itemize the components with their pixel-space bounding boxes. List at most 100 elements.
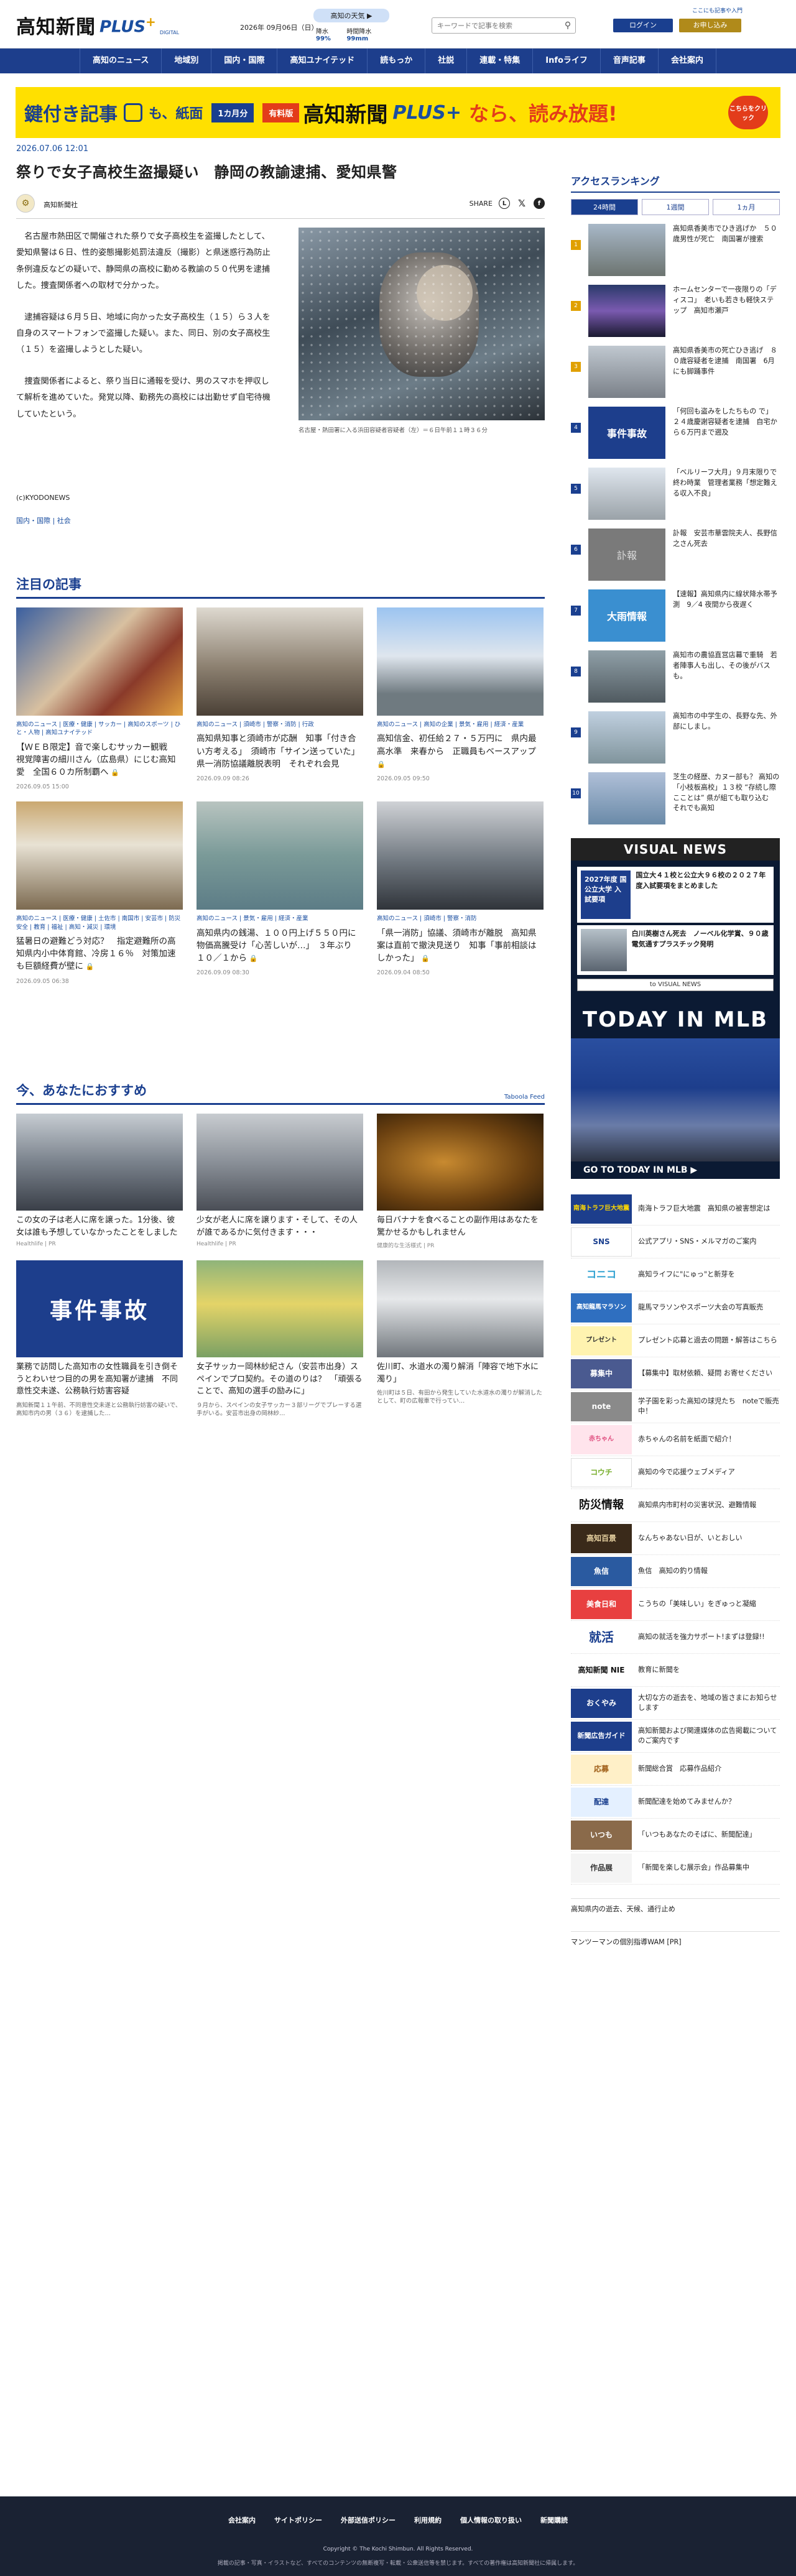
side-link[interactable]: おくやみ 大切な方の逝去を、地域の皆さまにお知らせします (571, 1687, 780, 1720)
nav-info-life[interactable]: Infoライフ (532, 48, 600, 73)
ranking-item[interactable]: 4 事件事故 「何回も盗みをしたちもの で」 ２４歳慶謝容疑者を逮捕 自宅から６万円… (571, 407, 780, 459)
recommend-card[interactable]: 女子サッカー岡林紗紀さん（安芸市出身）スペインでプロ契約。その道のりは？ 「頑張… (197, 1260, 363, 1418)
footer-link-terms[interactable]: 利用規約 (414, 2515, 442, 2525)
side-link[interactable]: 南海トラフ巨大地震 南海トラフ巨大地震 高知県の被害想定は (571, 1193, 780, 1226)
copyright-notice: 掲載の記事・写真・イラストなど、すべてのコンテンツの無断複写・転載・公衆送信等を… (217, 2560, 579, 2567)
ranking-item[interactable]: 2 ホームセンターで一夜限りの「ディスコ」 老いも若きも軽快ステップ 高知市瀬戸 (571, 285, 780, 337)
side-link[interactable]: プレゼント プレゼント応募と過去の問題・解答はこちら (571, 1324, 780, 1357)
weather-title[interactable]: 高知の天気 ▶ (313, 9, 389, 22)
tab-1week[interactable]: 1週間 (642, 199, 709, 215)
subscription-banner[interactable]: 鍵付き記事 も、紙面 1カ月分 有料版 高知新聞 PLUS+ なら、読み放題! … (16, 87, 780, 138)
nav-domestic-intl[interactable]: 国内・国際 (211, 48, 277, 73)
copyright: Copyright © The Kochi Shimbun. All Right… (323, 2546, 473, 2552)
article-paragraph: 捜査関係者によると、祭り当日に通報を受け、男のスマホを押収して解析を進めていた。… (16, 376, 271, 419)
ranking-item[interactable]: 3 高知県香美市の死亡ひき逃げ ８０歳容疑者を逮捕 南国署 6月にも脚踊事件 (571, 346, 780, 398)
visual-news-item[interactable]: 白川英樹さん死去 ノーベル化学賞、９０歳 電気通すプラスチック発明 (577, 925, 775, 975)
article-meta: ⚙ 高知新聞社 SHARE L 𝕏 f (16, 194, 545, 219)
facebook-share-icon[interactable]: f (534, 198, 545, 209)
side-link[interactable]: 作品展 「新聞を楽しむ展示会」作品募集中 (571, 1852, 780, 1885)
nav-kochi-united[interactable]: 高知ユナイテッド (277, 48, 367, 73)
login-button[interactable]: ログイン (613, 19, 673, 32)
search-icon[interactable]: ⚲ (560, 21, 575, 30)
nav-audio[interactable]: 音声記事 (599, 48, 658, 73)
featured-card[interactable]: 高知のニュース | 医療・健康 | 土佐市 | 南国市 | 安芸市 | 防災安全… (16, 801, 183, 985)
publisher-avatar: ⚙ (16, 194, 35, 213)
side-link[interactable]: 美食日和 こうちの「美味しい」をぎゅっと凝縮 (571, 1588, 780, 1621)
mlb-image[interactable] (571, 1038, 780, 1163)
side-link[interactable]: 就活 高知の就活を強力サポート!まずは登録!! (571, 1621, 780, 1654)
side-link[interactable]: 高知新聞 NIE 教育に新聞を (571, 1654, 780, 1687)
x-share-icon[interactable]: 𝕏 (516, 198, 527, 209)
recommend-card[interactable]: 少女が老人に席を譲ります・そして、その人が誰であるかに気付きます・・・ Heal… (197, 1114, 363, 1249)
signup-button[interactable]: お申し込み (679, 19, 741, 32)
ranking-item[interactable]: 8 高知市の農協直営店幕で重騎 若者陣事人も出し、その後がバスも。 (571, 650, 780, 703)
featured-card[interactable]: 高知のニュース | 須崎市 | 警察・消防 | 行政 高知県知事と須崎市が応酬 … (197, 607, 364, 790)
nav-editorial[interactable]: 社説 (425, 48, 466, 73)
ranking-item[interactable]: 5 「ベルリーフ大月」９月末限りで終わ時業 管理者業務「想定難える収入不良」 (571, 468, 780, 520)
side-link[interactable]: コニコ 高知ライフに"にゅっ"と新芽を (571, 1258, 780, 1291)
side-link[interactable]: 赤ちゃん 赤ちゃんの名前を紙面で紹介！ (571, 1423, 780, 1456)
nav-regions[interactable]: 地域別 (161, 48, 211, 73)
featured-card[interactable]: 高知のニュース | 景気・雇用 | 経済・産業 高知県内の銭湯、１００円上げ５５… (197, 801, 364, 984)
recommend-card[interactable]: この女の子は老人に席を譲った。1分後、彼女は誰も予想していなかったことをしました… (16, 1114, 183, 1249)
side-link[interactable]: 応募 新聞総合賞 応募作品紹介 (571, 1753, 780, 1786)
featured-card[interactable]: 高知のニュース | 須崎市 | 警察・消防 「県一消防」協議、須崎市が離脱 高知… (377, 801, 544, 984)
side-extra-link[interactable]: 高知県内の逝去、天候、通行止め (571, 1898, 780, 1914)
recommend-section: 今、あなたにおすすめ Taboola Feed この女の子は老人に席を譲った。1分… (16, 1081, 545, 1429)
featured-card[interactable]: 高知のニュース | 高知の企業 | 景気・雇用 | 経済・産業 高知信金、初任給… (377, 607, 544, 790)
weather-widget[interactable]: 高知の天気 ▶ 降水 99% 時間降水 99mm (313, 9, 389, 42)
footer-link-privacy[interactable]: 個人情報の取り扱い (460, 2515, 522, 2525)
footer-link-external[interactable]: 外部送信ポリシー (341, 2515, 396, 2525)
side-link[interactable]: 配達 新聞配達を始めてみませんか？ (571, 1786, 780, 1819)
side-link[interactable]: 高知龍馬マラソン 龍馬マラソンやスポーツ大会の写真販売 (571, 1291, 780, 1324)
site-logo[interactable]: 高知新聞 PLUS+ DIGITAL (16, 11, 179, 39)
tab-24h[interactable]: 24時間 (571, 199, 638, 215)
featured-card[interactable]: 高知のニュース | 医療・健康 | サッカー | 高知のスポーツ | ひと・人物… (16, 607, 183, 790)
side-ad-link[interactable]: マンツーマンの個別指導WAM [PR] (571, 1931, 780, 1947)
ranking-item[interactable]: 6 訃報 訃報 安芸市華雲院夫人、長野信之さん死去 (571, 529, 780, 581)
side-link[interactable]: 高知百景 なんちゃあない日が、いとおしい (571, 1522, 780, 1555)
nav-kochi-news[interactable]: 高知のニュース (80, 48, 161, 73)
taboola-label[interactable]: Taboola Feed (504, 1094, 545, 1101)
nav-series[interactable]: 連載・特集 (466, 48, 532, 73)
visual-news-widget[interactable]: VISUAL NEWS 2027年度 国公立大学 入試要項 国立大４１校と公立大… (571, 838, 780, 1179)
tab-1month[interactable]: 1ヵ月 (713, 199, 780, 215)
recommend-card[interactable]: 事件事故 業務で訪問した高知市の女性職員を引き倒そうとわいせつ目的の男を高知署が… (16, 1260, 183, 1418)
photo-caption: 名古屋・熱田署に入る浜田容疑者容疑者（左）＝６日午前１１時３６分 (298, 427, 488, 434)
side-link[interactable]: note 学子園を彩った高知の球児たち noteで販売中！ (571, 1390, 780, 1423)
line-share-icon[interactable]: L (499, 198, 510, 209)
side-link[interactable]: 防災情報 高知県内市町村の災害状況、避難情報 (571, 1489, 780, 1522)
side-link[interactable]: コウチ 高知の今で応援ウェブメディア (571, 1456, 780, 1489)
logo-plus: PLUS+ (100, 14, 156, 37)
recommend-card[interactable]: 毎日バナナを食べることの副作用はあなたを驚かせるかもしれません 健康的な生活様式… (377, 1114, 544, 1249)
nav-company[interactable]: 会社案内 (657, 48, 716, 73)
footer-link-subscribe[interactable]: 新聞購読 (540, 2515, 568, 2525)
visual-news-link[interactable]: to VISUAL NEWS (577, 979, 774, 991)
visual-news-heading: VISUAL NEWS (571, 838, 780, 861)
ranking-item[interactable]: 10 芝生の経歴、カヌー部も？ 高知の「小枝板高校」１３校 “存続し際こことは” … (571, 772, 780, 824)
side-link[interactable]: いつも 「いつもあなたのそばに、新聞配達」 (571, 1819, 780, 1852)
visual-news-item[interactable]: 2027年度 国公立大学 入試要項 国立大４１校と公立大９６校の２０２７年度入試… (577, 867, 774, 923)
side-link[interactable]: 新聞広告ガイド 高知新聞および関連媒体の広告掲載についてのご案内です (571, 1720, 780, 1753)
publish-date: 2026.07.06 12:01 (16, 144, 89, 154)
side-links: 南海トラフ巨大地震 南海トラフ巨大地震 高知県の被害想定は SNS 公式アプリ・SN… (571, 1193, 780, 1885)
article-photo[interactable] (298, 228, 545, 420)
share-bar: SHARE L 𝕏 f (470, 198, 545, 209)
side-link[interactable]: 募集中 【募集中】取材依頼、疑問 お寄せください (571, 1357, 780, 1390)
site-footer: 会社案内 サイトポリシー 外部送信ポリシー 利用規約 個人情報の取り扱い 新聞購… (0, 2496, 796, 2576)
footer-link-company[interactable]: 会社案内 (228, 2515, 256, 2525)
footer-link-policy[interactable]: サイトポリシー (274, 2515, 322, 2525)
banner-click-button[interactable]: こちらをクリック (728, 96, 768, 129)
article-tags[interactable]: 国内・国際 | 社会 (16, 515, 545, 525)
ranking-item[interactable]: 7 大雨情報 【速報】高知県内に線状降水帯予測 9／4 夜間から夜遅く (571, 589, 780, 642)
ranking-item[interactable]: 1 高知県香美市でひき逃げか ５０歳男性が死亡 南国署が捜索 (571, 224, 780, 276)
nav-yomokka[interactable]: 読もっか (367, 48, 425, 73)
mlb-link[interactable]: GO TO TODAY IN MLB ▶ (571, 1161, 780, 1179)
side-link[interactable]: SNS 公式アプリ・SNS・メルマガのご案内 (571, 1226, 780, 1258)
recommend-card[interactable]: 佐川町、水道水の濁り解消「陣容で地下水に濁り」 佐川町は５日、有田から発生してい… (377, 1260, 544, 1418)
side-link[interactable]: 魚信 魚信 高知の釣り情報 (571, 1555, 780, 1588)
featured-section: 注目の記事 高知のニュース | 医療・健康 | サッカー | 高知のスポーツ |… (16, 575, 545, 996)
ranking-item[interactable]: 9 高知市の中学生の、長野な先、外部にしまし。 (571, 711, 780, 764)
search-input[interactable] (432, 21, 560, 30)
top-link[interactable]: ここにも記事や入門 (692, 6, 743, 14)
